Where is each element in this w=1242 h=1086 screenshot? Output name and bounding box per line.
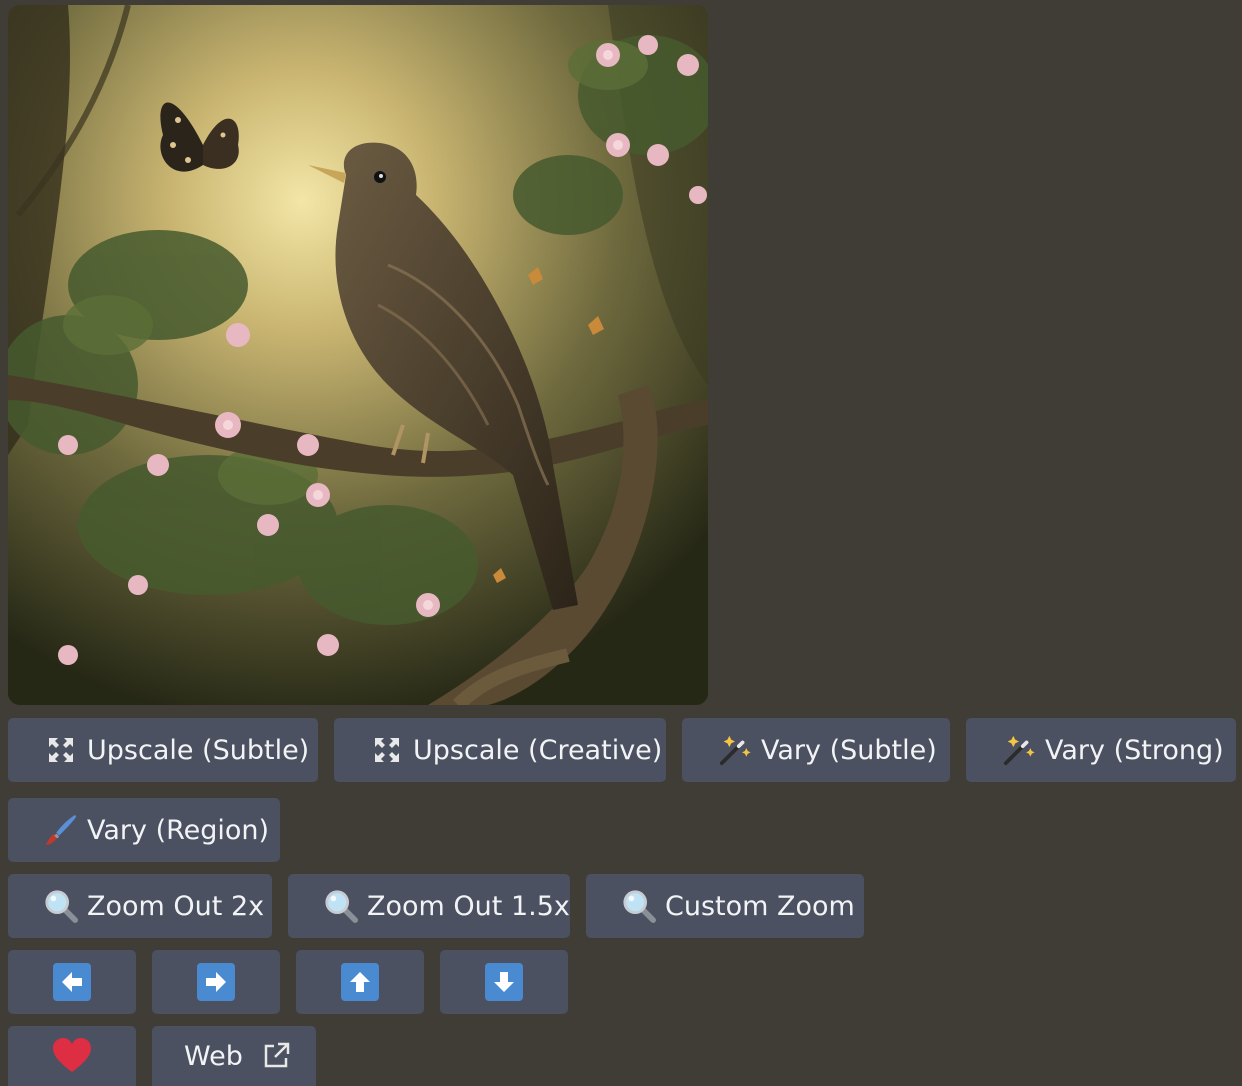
heart-icon [52, 1036, 92, 1076]
vary-strong-button[interactable]: Vary (Strong) [966, 718, 1236, 782]
pan-up-button[interactable] [296, 950, 424, 1014]
web-label: Web [184, 1040, 243, 1072]
custom-zoom-button[interactable]: Custom Zoom [586, 874, 864, 938]
upscale-subtle-button[interactable]: Upscale (Subtle) [8, 718, 318, 782]
web-link-button[interactable]: Web [152, 1026, 316, 1086]
zoom-out-1-5x-button[interactable]: Zoom Out 1.5x [288, 874, 570, 938]
vary-region-label: Vary (Region) [87, 814, 270, 846]
bird-artwork [8, 5, 708, 705]
zoom-out-1-5x-label: Zoom Out 1.5x [367, 890, 570, 922]
magnifier-icon [44, 889, 78, 923]
upscale-creative-label: Upscale (Creative) [413, 734, 663, 766]
magic-wand-icon [1002, 733, 1036, 767]
vary-subtle-button[interactable]: Vary (Subtle) [682, 718, 950, 782]
pan-right-button[interactable] [152, 950, 280, 1014]
arrow-right-icon [197, 963, 235, 1001]
vary-region-button[interactable]: Vary (Region) [8, 798, 280, 862]
expand-icon [44, 733, 78, 767]
upscale-creative-button[interactable]: Upscale (Creative) [334, 718, 666, 782]
external-link-icon [261, 1041, 291, 1071]
arrow-up-icon [341, 963, 379, 1001]
upscale-subtle-label: Upscale (Subtle) [87, 734, 310, 766]
zoom-out-2x-label: Zoom Out 2x [87, 890, 265, 922]
arrow-down-icon [485, 963, 523, 1001]
custom-zoom-label: Custom Zoom [665, 890, 855, 922]
paintbrush-icon [44, 813, 78, 847]
pan-down-button[interactable] [440, 950, 568, 1014]
magnifier-icon [622, 889, 656, 923]
magnifier-icon [324, 889, 358, 923]
zoom-out-2x-button[interactable]: Zoom Out 2x [8, 874, 272, 938]
expand-icon [370, 733, 404, 767]
vary-subtle-label: Vary (Subtle) [761, 734, 937, 766]
favorite-button[interactable] [8, 1026, 136, 1086]
magic-wand-icon [718, 733, 752, 767]
arrow-left-icon [53, 963, 91, 1001]
vary-strong-label: Vary (Strong) [1045, 734, 1224, 766]
generated-image[interactable] [8, 5, 708, 705]
pan-left-button[interactable] [8, 950, 136, 1014]
